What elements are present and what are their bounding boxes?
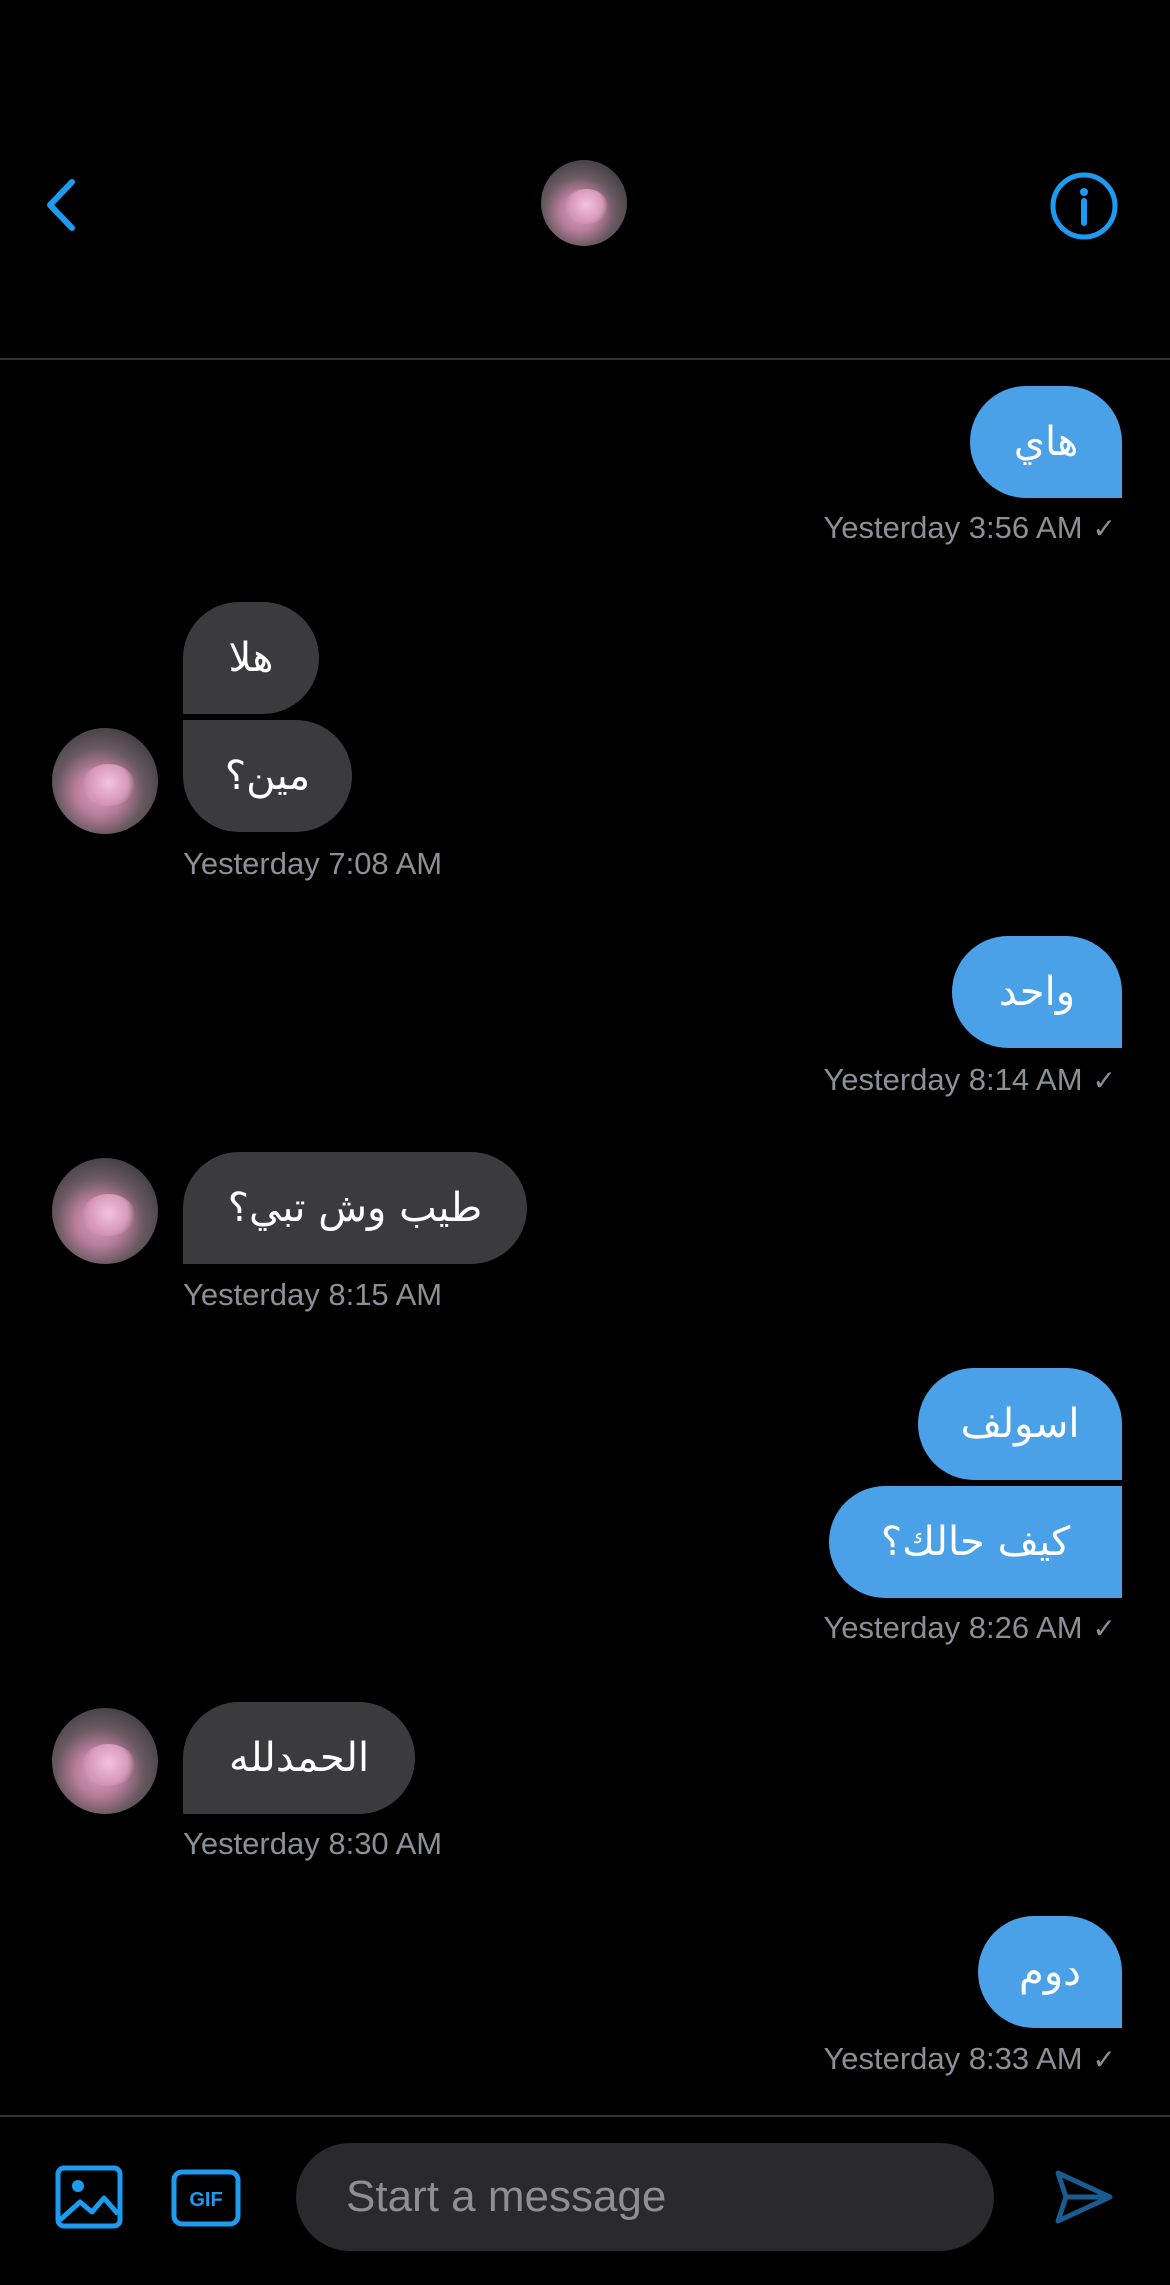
message-text: هلا — [228, 635, 274, 681]
contact-avatar[interactable] — [52, 728, 158, 834]
gif-label: GIF — [189, 2189, 222, 2211]
read-check-icon: ✓ — [1092, 1064, 1116, 1096]
image-icon — [55, 2165, 123, 2229]
outgoing-message-bubble[interactable]: هاي — [970, 386, 1122, 498]
outgoing-message-bubble[interactable]: دوم — [978, 1916, 1122, 2028]
message-timestamp: Yesterday 8:33 AM ✓ — [823, 2041, 1116, 2076]
message-text: هاي — [1013, 419, 1079, 465]
add-gif-button[interactable]: GIF — [170, 2168, 242, 2228]
read-check-icon: ✓ — [1092, 2043, 1116, 2075]
message-text: اسولف — [960, 1401, 1080, 1447]
add-image-button[interactable] — [54, 2162, 124, 2232]
message-text: مين؟ — [224, 753, 311, 799]
incoming-message-bubble[interactable]: مين؟ — [183, 720, 352, 832]
message-text: طيب وش تبي؟ — [227, 1185, 483, 1231]
message-timestamp: Yesterday 8:30 AM — [183, 1826, 443, 1861]
contact-avatar[interactable] — [541, 160, 627, 246]
conversation-header — [0, 0, 1170, 360]
incoming-message-bubble[interactable]: الحمدلله — [183, 1702, 415, 1814]
chevron-left-icon — [47, 179, 75, 231]
send-button[interactable] — [1052, 2165, 1116, 2229]
incoming-message-bubble[interactable]: هلا — [183, 602, 319, 714]
message-text: الحمدلله — [228, 1735, 370, 1781]
outgoing-message-bubble[interactable]: اسولف — [918, 1368, 1122, 1480]
message-input[interactable]: Start a message — [296, 2143, 994, 2251]
contact-avatar[interactable] — [52, 1708, 158, 1814]
message-text: كيف حالك؟ — [880, 1519, 1071, 1565]
message-timestamp: Yesterday 3:56 AM ✓ — [823, 510, 1116, 545]
back-button[interactable] — [38, 170, 88, 240]
message-timestamp: Yesterday 8:14 AM ✓ — [823, 1062, 1116, 1097]
message-timestamp: Yesterday 7:08 AM — [183, 846, 443, 881]
info-button[interactable] — [1049, 171, 1119, 241]
message-text: دوم — [1019, 1949, 1081, 1995]
incoming-message-bubble[interactable]: طيب وش تبي؟ — [183, 1152, 527, 1264]
header-divider — [0, 358, 1170, 360]
message-input-placeholder: Start a message — [346, 2172, 667, 2221]
info-circle-icon — [1050, 172, 1118, 240]
message-text: واحد — [998, 969, 1076, 1015]
gif-icon: GIF — [171, 2169, 241, 2227]
contact-avatar[interactable] — [52, 1158, 158, 1264]
message-timestamp: Yesterday 8:15 AM — [183, 1277, 443, 1312]
outgoing-message-bubble[interactable]: كيف حالك؟ — [829, 1486, 1122, 1598]
outgoing-message-bubble[interactable]: واحد — [952, 936, 1122, 1048]
send-icon — [1055, 2170, 1113, 2224]
read-check-icon: ✓ — [1092, 1612, 1116, 1644]
read-check-icon: ✓ — [1092, 512, 1116, 544]
message-timestamp: Yesterday 8:26 AM ✓ — [823, 1610, 1116, 1645]
